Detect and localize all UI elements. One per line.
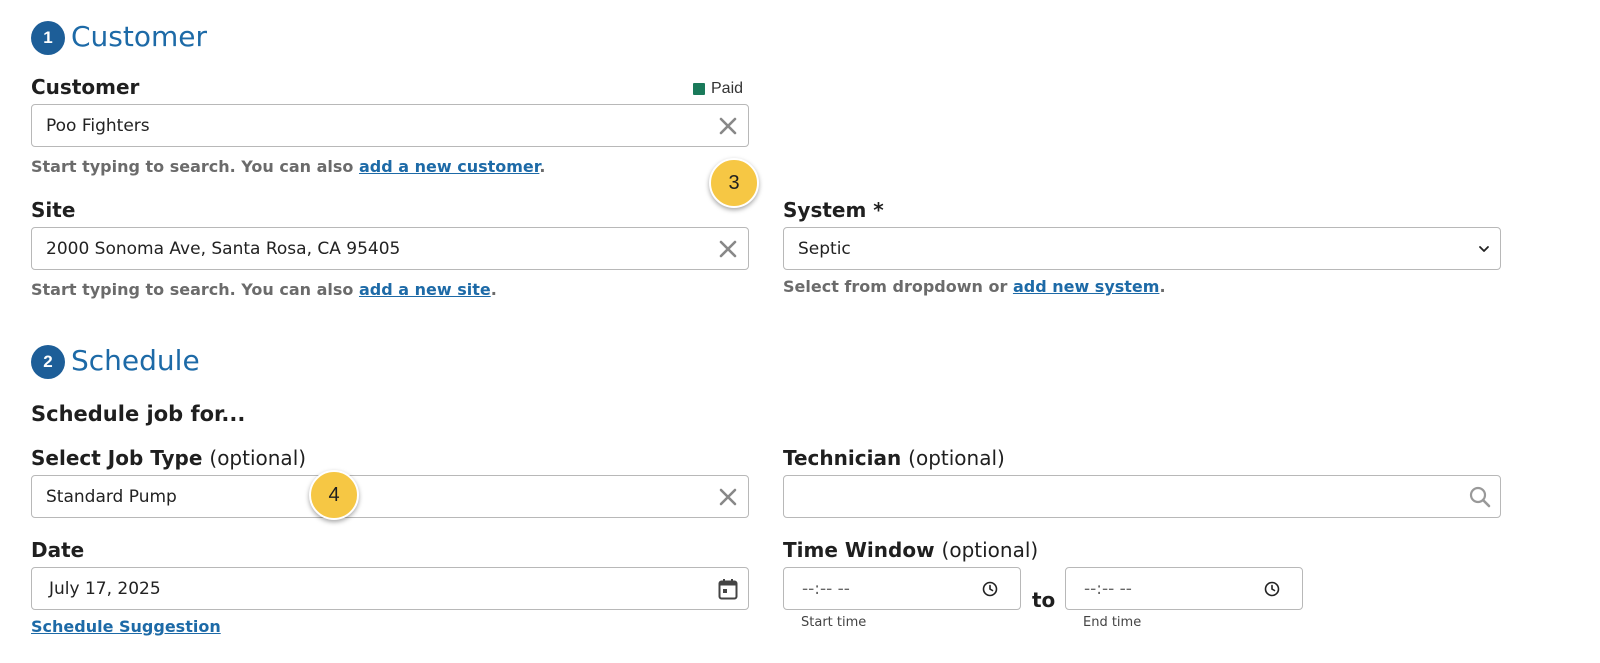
callout-marker-3: 3: [709, 158, 759, 208]
schedule-suggestion-link[interactable]: Schedule Suggestion: [31, 617, 221, 636]
time-window-label: Time Window (optional): [783, 538, 1039, 562]
paid-status-label: Paid: [711, 80, 744, 97]
customer-input-value: Poo Fighters: [46, 115, 150, 136]
end-time-input[interactable]: --:-- --: [1065, 567, 1303, 610]
callout-marker-4: 4: [309, 470, 359, 520]
start-time-caption: Start time: [801, 615, 867, 630]
add-new-customer-link[interactable]: add a new customer: [359, 157, 539, 176]
customer-help-text: Start typing to search. You can also add…: [31, 157, 546, 176]
time-range-separator: to: [1032, 588, 1056, 612]
job-type-input[interactable]: Standard Pump: [31, 475, 749, 518]
system-label: System *: [783, 198, 884, 222]
site-label: Site: [31, 198, 76, 222]
schedule-section-title: Schedule: [71, 344, 200, 377]
clear-site-button[interactable]: [716, 237, 740, 261]
schedule-subheading: Schedule job for...: [31, 402, 246, 426]
site-input[interactable]: 2000 Sonoma Ave, Santa Rosa, CA 95405: [31, 227, 749, 270]
close-icon: [719, 117, 737, 135]
clock-icon[interactable]: [1264, 581, 1280, 602]
date-input[interactable]: July 17, 2025: [31, 567, 749, 610]
customer-section-title: Customer: [71, 20, 208, 53]
system-help-text: Select from dropdown or add new system.: [783, 277, 1166, 296]
technician-search-input[interactable]: [783, 475, 1501, 518]
start-time-input[interactable]: --:-- --: [783, 567, 1021, 610]
calendar-icon[interactable]: [716, 576, 740, 602]
paid-status: Paid: [693, 80, 743, 98]
close-icon: [719, 488, 737, 506]
customer-label: Customer: [31, 75, 140, 99]
date-input-value: July 17, 2025: [49, 578, 161, 599]
end-time-placeholder: --:-- --: [1084, 578, 1132, 599]
system-select-value: Septic: [798, 238, 851, 259]
clear-job-type-button[interactable]: [716, 485, 740, 509]
chevron-down-icon: [1478, 242, 1490, 260]
start-time-placeholder: --:-- --: [802, 578, 850, 599]
end-time-caption: End time: [1083, 615, 1142, 630]
site-input-value: 2000 Sonoma Ave, Santa Rosa, CA 95405: [46, 238, 401, 259]
close-icon: [719, 240, 737, 258]
add-new-system-link[interactable]: add new system: [1013, 277, 1160, 296]
clear-customer-button[interactable]: [716, 114, 740, 138]
step-2-badge: 2: [31, 345, 65, 379]
technician-label: Technician (optional): [783, 446, 1005, 470]
system-select[interactable]: Septic: [783, 227, 1501, 270]
clock-icon[interactable]: [982, 581, 998, 602]
site-help-text: Start typing to search. You can also add…: [31, 280, 497, 299]
paid-status-swatch: [693, 83, 705, 95]
search-icon[interactable]: [1468, 485, 1492, 509]
customer-input[interactable]: Poo Fighters: [31, 104, 749, 147]
step-1-badge: 1: [31, 21, 65, 55]
job-type-label: Select Job Type (optional): [31, 446, 307, 470]
job-type-input-value: Standard Pump: [46, 486, 177, 507]
date-label: Date: [31, 538, 85, 562]
add-new-site-link[interactable]: add a new site: [359, 280, 491, 299]
